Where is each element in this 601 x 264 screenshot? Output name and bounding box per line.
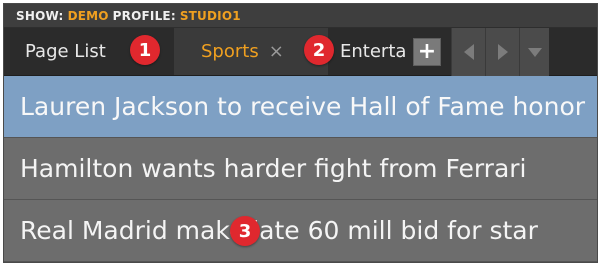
- scroll-tabs-right-button[interactable]: [485, 28, 519, 76]
- tab-menu-button[interactable]: [519, 28, 549, 76]
- callout-badge-3: 3: [230, 216, 260, 246]
- list-item-title: Hamilton wants harder fight from Ferrari: [20, 154, 527, 183]
- close-icon[interactable]: ×: [269, 41, 284, 62]
- list-item[interactable]: Hamilton wants harder fight from Ferrari: [4, 138, 597, 200]
- page-list: Lauren Jackson to receive Hall of Fame h…: [4, 76, 597, 262]
- show-label: SHOW:: [16, 8, 64, 23]
- callout-badge-2: 2: [304, 35, 334, 65]
- tab-sports-label: Sports: [201, 41, 259, 62]
- add-tab-button[interactable]: +: [413, 38, 441, 66]
- list-item-title: Real Madrid make late 60 mill bid for st…: [20, 216, 538, 245]
- tab-entertainment[interactable]: Enterta: [328, 28, 413, 75]
- arrow-right-icon: [497, 44, 508, 60]
- show-profile-bar: SHOW: DEMO PROFILE: STUDIO1: [4, 4, 597, 28]
- list-item-title: Lauren Jackson to receive Hall of Fame h…: [20, 92, 586, 121]
- tab-entertainment-label: Enterta: [340, 41, 407, 62]
- show-value: DEMO: [67, 8, 109, 23]
- tab-bar: Page List Sports × Enterta + 1 2: [4, 28, 597, 76]
- app-window: SHOW: DEMO PROFILE: STUDIO1 Page List Sp…: [3, 3, 598, 263]
- plus-icon: +: [417, 39, 437, 64]
- list-item[interactable]: Lauren Jackson to receive Hall of Fame h…: [4, 76, 597, 138]
- list-item[interactable]: Real Madrid make late 60 mill bid for st…: [4, 200, 597, 262]
- profile-value: STUDIO1: [179, 8, 241, 23]
- scroll-tabs-left-button[interactable]: [451, 28, 485, 76]
- callout-badge-1: 1: [130, 35, 160, 65]
- arrow-left-icon: [463, 44, 474, 60]
- profile-label: PROFILE:: [112, 8, 176, 23]
- tab-page-list-label: Page List: [25, 41, 106, 62]
- chevron-down-icon: [527, 47, 542, 57]
